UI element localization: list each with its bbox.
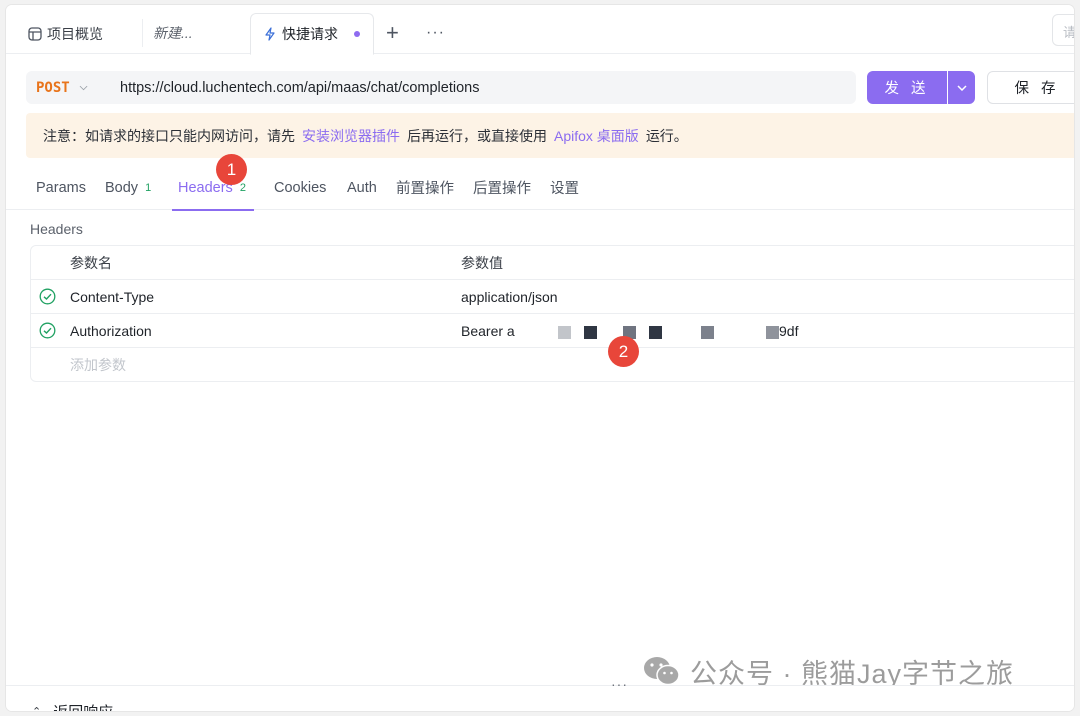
redaction-mask [701,326,714,339]
check-circle-icon[interactable] [39,288,56,305]
url-input[interactable]: https://cloud.luchentech.com/api/maas/ch… [120,71,479,104]
section-title: Headers [30,221,83,237]
notice-text: 后再运行，或直接使用 [407,127,547,144]
column-header-value: 参数值 [461,255,503,271]
tab-bar: 项目概览 新建... 快捷请求 + ··· 请 [6,5,1074,55]
tab-auth[interactable]: Auth [347,165,377,210]
param-value[interactable]: application/json [461,280,558,314]
response-label: 返回响应 [53,701,113,711]
tab-quick-request[interactable]: 快捷请求 [250,13,374,55]
tab-label: Body [105,179,139,196]
response-toggle[interactable]: ⌃ 返回响应 [32,701,113,711]
chevron-up-icon: ⌃ [32,705,41,711]
redaction-mask [558,326,571,339]
redaction-mask [649,326,662,339]
annotation-badge-2: 2 [608,336,639,367]
param-name[interactable]: Authorization [70,314,152,348]
tab-label: 新建... [153,25,193,41]
chevron-down-icon [956,84,967,91]
send-button[interactable]: 发 送 [867,71,947,104]
watermark: 公众号 · 熊猫Jay字节之旅 [642,653,1014,689]
annotation-badge-1: 1 [216,154,247,185]
body-count-badge: 1 [145,181,152,194]
param-value-prefix[interactable]: Bearer a [461,314,515,348]
notice-text: 运行。 [645,127,688,144]
headers-count-badge: 2 [239,181,246,194]
tab-post-operations[interactable]: 后置操作 [473,165,531,210]
tab-params[interactable]: Params [36,165,86,210]
table-row: Authorization Bearer a 9df [31,314,1074,348]
table-row-add: 添加参数 [31,348,1074,381]
wechat-icon [644,657,680,686]
tab-label: 快捷请求 [282,26,338,42]
send-dropdown-button[interactable] [948,71,975,104]
app-window: 项目概览 新建... 快捷请求 + ··· 请 POST ⌵ https://c… [6,5,1074,711]
tab-body[interactable]: Body 1 [105,165,151,210]
redaction-mask [584,326,597,339]
resize-handle[interactable]: ··· [611,676,628,692]
response-panel-bar [6,685,1074,711]
check-circle-icon[interactable] [39,322,56,339]
table-header-row: 参数名 参数值 [31,246,1074,280]
notice-text: 注意：如请求的接口只能内网访问，请先 [43,127,295,144]
notice-banner: 注意：如请求的接口只能内网访问，请先 安装浏览器插件 后再运行，或直接使用 Ap… [26,113,1074,158]
lightning-icon [263,27,277,41]
tab-new[interactable]: 新建... [142,19,193,47]
overview-icon [28,26,42,41]
tab-pre-operations[interactable]: 前置操作 [396,165,454,210]
search-input[interactable]: 请 [1052,14,1074,46]
param-value-suffix[interactable]: 9df [779,314,798,348]
more-tabs-button[interactable]: ··· [426,19,445,47]
column-header-name: 参数名 [70,255,112,271]
url-bar[interactable]: POST ⌵ https://cloud.luchentech.com/api/… [26,71,856,104]
request-subtabs: Params Body 1 Headers 2 Cookies Auth 前置操… [6,165,1074,211]
table-row: Content-Type application/json [31,280,1074,314]
save-button[interactable]: 保 存 [987,71,1074,104]
desktop-app-link[interactable]: Apifox 桌面版 [554,126,639,146]
method-label: POST [36,79,70,96]
unsaved-dot-icon [354,31,360,37]
tab-settings[interactable]: 设置 [550,165,579,210]
tab-project-overview[interactable]: 项目概览 [28,13,103,54]
tab-cookies[interactable]: Cookies [274,165,326,210]
add-param-input[interactable]: 添加参数 [70,348,126,381]
active-tab-indicator [172,209,254,211]
redaction-mask [766,326,779,339]
chevron-down-icon: ⌵ [79,82,88,93]
param-name[interactable]: Content-Type [70,280,154,314]
new-tab-button[interactable]: + [386,19,399,47]
tab-label: 项目概览 [47,25,103,42]
method-select[interactable]: POST ⌵ [36,71,87,104]
headers-table: 参数名 参数值 Content-Type application/json Au… [30,245,1074,382]
install-plugin-link[interactable]: 安装浏览器插件 [302,126,400,146]
